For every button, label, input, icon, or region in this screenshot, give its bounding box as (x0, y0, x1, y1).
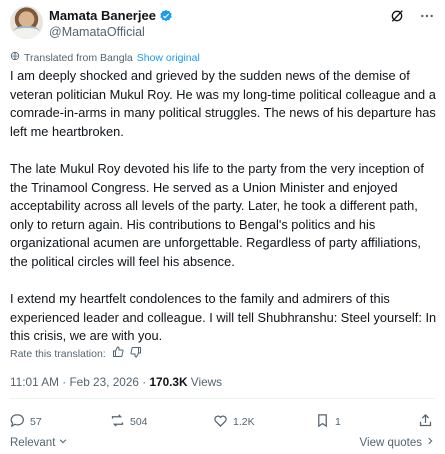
show-original-link[interactable]: Show original (137, 52, 200, 64)
heart-icon (213, 413, 228, 431)
bookmark-count: 1 (335, 416, 341, 428)
post-body: I am deeply shocked and grieved by the s… (10, 67, 438, 365)
chevron-down-icon (58, 436, 68, 449)
author-handle[interactable]: @MamataOfficial (49, 25, 145, 39)
more-icon[interactable] (419, 8, 435, 29)
like-count: 1.2K (233, 416, 255, 428)
action-bar: 57 504 1.2K 1 (10, 413, 435, 431)
rate-translation-label: Rate this translation: (10, 347, 106, 360)
author-name[interactable]: Mamata Banerjee (49, 8, 156, 23)
views-count: 170.3K (149, 375, 188, 389)
post-header: Mamata Banerjee @MamataOfficial (10, 4, 435, 44)
translate-icon (10, 51, 20, 64)
grok-icon[interactable] (389, 8, 405, 29)
author-name-row: Mamata Banerjee (49, 8, 173, 23)
rate-translation: Rate this translation: (10, 346, 142, 361)
post-paragraph: The late Mukul Roy devoted his life to t… (10, 160, 424, 269)
header-actions (389, 8, 435, 29)
sort-replies-dropdown[interactable]: Relevant (10, 436, 68, 449)
post-paragraph: I extend my heartfelt condolences to the… (10, 291, 437, 344)
repost-count: 504 (130, 416, 148, 428)
post-meta: 11:01 AM · Feb 23, 2026 · 170.3K Views (10, 375, 222, 389)
verified-badge-icon[interactable] (159, 9, 173, 23)
view-quotes-link[interactable]: View quotes (360, 436, 435, 449)
thumbs-down-icon[interactable] (130, 346, 142, 361)
reply-button[interactable]: 57 (10, 413, 42, 431)
repost-button[interactable]: 504 (110, 413, 148, 431)
post-timestamp[interactable]: 11:01 AM · Feb 23, 2026 · (10, 375, 149, 389)
share-button[interactable] (418, 413, 433, 431)
reply-count: 57 (30, 416, 42, 428)
bookmark-button[interactable]: 1 (315, 413, 341, 431)
thumbs-up-icon[interactable] (112, 346, 124, 361)
repost-icon (110, 413, 125, 431)
like-button[interactable]: 1.2K (213, 413, 255, 431)
replies-footer: Relevant View quotes (10, 436, 435, 452)
reply-icon (10, 413, 25, 431)
post-paragraph: I am deeply shocked and grieved by the s… (10, 68, 436, 139)
views-label: Views (187, 375, 223, 389)
translation-notice: Translated from Bangla Show original (10, 51, 200, 64)
view-quotes-label: View quotes (359, 436, 422, 449)
sort-label: Relevant (10, 436, 56, 449)
avatar[interactable] (10, 6, 43, 39)
share-icon (418, 413, 433, 431)
translation-label: Translated from Bangla (24, 51, 133, 64)
chevron-right-icon (425, 436, 435, 449)
divider (10, 398, 435, 399)
bookmark-icon (315, 413, 330, 431)
